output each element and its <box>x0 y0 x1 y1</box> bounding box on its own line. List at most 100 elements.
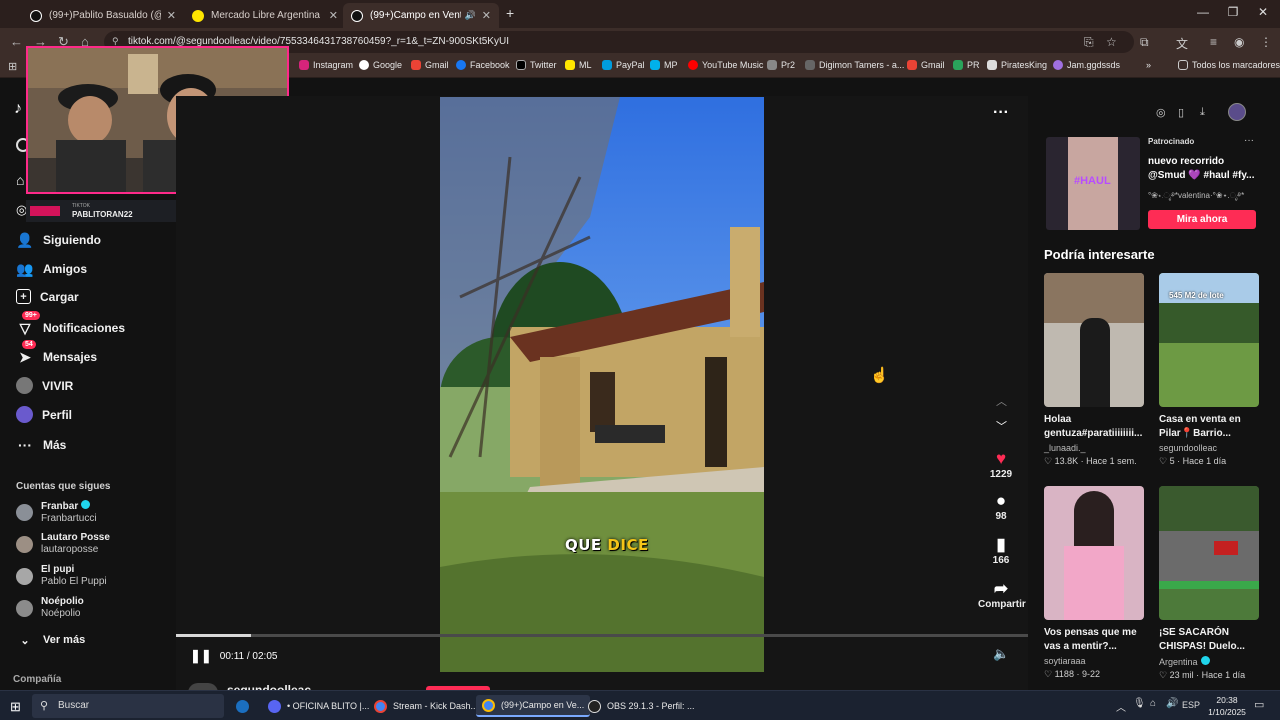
bookmark-pr2[interactable]: Pr2 <box>767 60 795 70</box>
coins-icon[interactable]: ◎ <box>1156 106 1166 119</box>
video-player[interactable] <box>440 97 764 672</box>
close-icon[interactable]: ✕ <box>167 9 176 22</box>
suggestion-card[interactable]: Vos pensas que me vas a mentir?... soyti… <box>1044 486 1144 680</box>
more-options-icon[interactable]: ··· <box>993 104 1009 122</box>
nav-item-siguiendo[interactable]: 👤 Siguiendo <box>16 231 101 249</box>
media-icon[interactable]: ≡ <box>1210 35 1217 49</box>
suggestion-thumbnail[interactable] <box>1159 486 1259 620</box>
profile-avatar-icon[interactable]: ◉ <box>1234 35 1244 49</box>
suggestion-card[interactable]: Holaa gentuza#paratiiiiiiii... _lunaadi.… <box>1044 273 1144 467</box>
ad-more-icon[interactable]: ··· <box>1244 135 1254 146</box>
bookmark-piratesking[interactable]: PiratesKing <box>987 60 1047 70</box>
bookmark-jam[interactable]: Jam.ggdssds <box>1053 60 1120 70</box>
extensions-icon[interactable]: ⧉ <box>1140 35 1149 50</box>
taskbar-chrome-campo[interactable]: (99+)Campo en Ve... <box>476 695 591 717</box>
suggestion-time: Hace 1 sem. <box>1086 456 1137 466</box>
download-icon[interactable]: ⤓ <box>1200 106 1205 119</box>
clock[interactable]: 20:38 1/10/2025 <box>1206 694 1248 718</box>
following-noepolio[interactable]: Noépolio Noépolio <box>16 596 84 620</box>
nav-item-perfil[interactable]: Perfil <box>16 406 72 423</box>
suggestion-thumbnail[interactable]: 545 M2 de lote <box>1159 273 1259 407</box>
bookmark-twitter[interactable]: Twitter <box>516 60 557 70</box>
following-lautaro[interactable]: Lautaro Posse lautaroposse <box>16 532 110 556</box>
tray-chevron-icon[interactable]: ︿ <box>1116 699 1126 714</box>
notification-center-icon[interactable]: ▭ <box>1254 698 1264 711</box>
ad-cta-button[interactable]: Mira ahora <box>1148 210 1256 229</box>
close-window-icon[interactable]: ✕ <box>1248 5 1278 19</box>
suggestion-card[interactable]: 545 M2 de lote Casa en venta en Pilar📍Ba… <box>1159 273 1259 467</box>
following-elpupi[interactable]: El pupi Pablo El Puppi <box>16 564 107 588</box>
network-icon[interactable]: ⌂ <box>1150 698 1156 709</box>
author-name[interactable]: segundoolleac <box>227 683 311 690</box>
tab-mercadolibre[interactable]: Mercado Libre Argentina - Envi ✕ <box>184 3 346 28</box>
taskbar-steam[interactable] <box>230 695 261 717</box>
language-indicator[interactable]: ESP <box>1182 700 1200 710</box>
close-icon[interactable]: ✕ <box>329 9 338 22</box>
translate-icon[interactable]: 文 <box>1176 35 1188 52</box>
taskbar-obs[interactable]: OBS 29.1.3 - Perfil: ... <box>582 695 701 717</box>
close-icon[interactable]: ✕ <box>482 9 491 22</box>
bookmark-ml[interactable]: ML <box>565 60 592 70</box>
taskbar-chrome-stream[interactable]: Stream - Kick Dash... <box>368 695 484 717</box>
like-button[interactable]: ♥ 1229 <box>978 449 1024 480</box>
company-link[interactable]: Compañía <box>13 674 61 685</box>
apps-grid-icon[interactable]: ⊞ <box>8 60 17 73</box>
install-icon[interactable]: ⎘ <box>1084 35 1094 50</box>
next-video-icon[interactable]: ﹀ <box>996 418 1007 434</box>
comment-button[interactable]: ● 98 <box>978 491 1024 522</box>
bookmark-gmail[interactable]: Gmail <box>411 60 449 70</box>
video-progress-bar[interactable] <box>176 634 1028 637</box>
following-franbar[interactable]: Franbar Franbartucci <box>16 500 97 525</box>
taskbar-search[interactable]: ⚲ Buscar <box>32 694 224 718</box>
windows-start-icon[interactable]: ⊞ <box>10 699 21 715</box>
bookmark-star-icon[interactable]: ☆ <box>1106 35 1117 49</box>
suggestion-author[interactable]: segundoolleac <box>1159 443 1259 453</box>
save-button[interactable]: ▮ 166 <box>978 535 1024 566</box>
suggestion-thumbnail[interactable] <box>1044 486 1144 620</box>
suggestion-author[interactable]: soytiaraaa <box>1044 656 1144 666</box>
bookmark-instagram[interactable]: Instagram <box>299 60 353 70</box>
nav-item-mensajes[interactable]: ➤ 54 Mensajes <box>16 340 97 366</box>
speaker-icon[interactable]: 🔊 <box>465 10 476 21</box>
all-bookmarks[interactable]: Todos los marcadores <box>1178 60 1280 70</box>
suggestion-author[interactable]: _lunaadi._ <box>1044 443 1144 453</box>
bookmark-google[interactable]: Google <box>359 60 402 70</box>
volume-icon[interactable]: 🔈 <box>993 646 1009 662</box>
ad-thumbnail[interactable]: #HAUL <box>1046 137 1140 230</box>
tab-campo-en-venta[interactable]: (99+)Campo en Venta: Imp 🔊 ✕ <box>343 3 499 28</box>
bookmark-gmail-2[interactable]: Gmail <box>907 60 945 70</box>
tab-pablito[interactable]: (99+)Pablito Basualdo (@pablit ✕ <box>22 3 184 28</box>
suggestion-author[interactable]: Argentina <box>1159 657 1198 667</box>
nav-item-cargar[interactable]: + Cargar <box>16 289 79 304</box>
taskbar-discord[interactable]: • OFICINA BLITO |... <box>262 695 375 717</box>
bookmark-facebook[interactable]: Facebook <box>456 60 510 70</box>
pause-icon[interactable]: ❚❚ <box>190 648 212 664</box>
bookmarks-overflow[interactable]: » <box>1146 60 1151 70</box>
share-button[interactable]: ➦ Compartir <box>978 579 1026 610</box>
nav-item-notificaciones[interactable]: ▽ 99+ Notificaciones <box>16 311 125 337</box>
bookmark-paypal[interactable]: PayPal <box>602 60 645 70</box>
menu-icon[interactable]: ⋮ <box>1260 35 1272 49</box>
back-icon[interactable]: ← <box>10 34 23 49</box>
bookmark-pr[interactable]: PR <box>953 60 980 70</box>
bookmark-digimon[interactable]: Digimon Tamers - a... <box>805 60 904 70</box>
ad-title[interactable]: nuevo recorrido @Smud 💜 #haul #fy... <box>1148 155 1258 183</box>
device-icon[interactable]: ▯ <box>1178 106 1184 119</box>
tiktok-logo-icon[interactable]: ♪ <box>14 100 22 118</box>
nav-item-amigos[interactable]: 👥 Amigos <box>16 260 87 278</box>
microphone-icon[interactable]: 🎙 <box>1133 698 1146 709</box>
speaker-icon[interactable]: 🔊 <box>1166 698 1178 709</box>
home-nav-icon[interactable]: ⌂ <box>16 172 24 188</box>
restore-icon[interactable]: ❐ <box>1218 5 1248 19</box>
previous-video-icon[interactable]: ︿ <box>996 393 1007 409</box>
nav-item-vivir[interactable]: VIVIR <box>16 377 73 394</box>
see-more-button[interactable]: ⌄ Ver más <box>16 631 85 649</box>
minimize-icon[interactable]: — <box>1188 5 1218 19</box>
nav-item-mas[interactable]: ··· Más <box>16 436 66 454</box>
suggestion-thumbnail[interactable] <box>1044 273 1144 407</box>
user-avatar[interactable] <box>1228 103 1246 121</box>
bookmark-mp[interactable]: MP <box>650 60 678 70</box>
bookmark-youtube-music[interactable]: YouTube Music <box>688 60 763 70</box>
new-tab-button[interactable]: + <box>506 5 514 21</box>
suggestion-card[interactable]: ¡SE SACARÓN CHISPAS! Duelo... Argentina … <box>1159 486 1259 681</box>
